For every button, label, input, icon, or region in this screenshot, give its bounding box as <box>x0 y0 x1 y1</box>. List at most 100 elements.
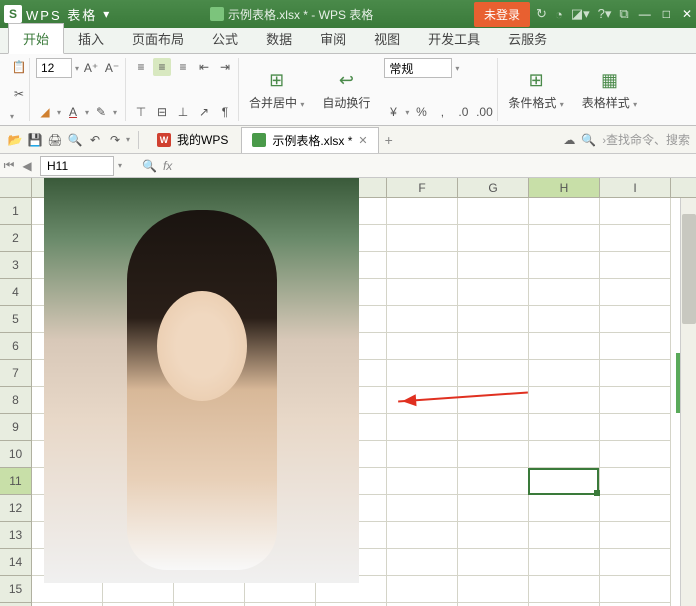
search-icon[interactable]: 🔍 <box>581 133 596 147</box>
cell[interactable] <box>458 414 529 441</box>
cell[interactable] <box>600 279 671 306</box>
align-right-icon[interactable]: ≡ <box>174 58 192 76</box>
qat-undo-icon[interactable]: ↶ <box>86 131 104 149</box>
help-icon[interactable]: ?▾ <box>598 6 612 22</box>
ribbon-tab-7[interactable]: 开发工具 <box>414 24 494 53</box>
cell[interactable] <box>458 360 529 387</box>
fx-label[interactable]: fx <box>163 159 172 173</box>
ribbon-tab-0[interactable]: 开始 <box>8 23 64 54</box>
column-header[interactable]: I <box>600 178 671 197</box>
cell[interactable] <box>458 576 529 603</box>
cell[interactable] <box>387 279 458 306</box>
cell[interactable] <box>600 441 671 468</box>
cell[interactable] <box>458 225 529 252</box>
percent-icon[interactable]: % <box>412 103 430 121</box>
login-button[interactable]: 未登录 <box>474 2 530 27</box>
comma-icon[interactable]: , <box>433 103 451 121</box>
qat-more[interactable]: ▾ <box>126 135 130 144</box>
cell[interactable] <box>600 198 671 225</box>
cell[interactable] <box>529 387 600 414</box>
cell[interactable] <box>600 252 671 279</box>
search-hint[interactable]: ›查找命令、搜索 <box>602 131 690 148</box>
cell[interactable] <box>600 306 671 333</box>
cell[interactable] <box>458 495 529 522</box>
cell[interactable] <box>387 198 458 225</box>
row-header[interactable]: 10 <box>0 441 32 468</box>
cell[interactable] <box>387 252 458 279</box>
table-style-button[interactable]: ▦ 表格样式 ▾ <box>574 58 645 121</box>
cell[interactable] <box>529 441 600 468</box>
cell[interactable] <box>387 441 458 468</box>
ribbon-tab-8[interactable]: 云服务 <box>494 24 561 53</box>
nav-first-icon[interactable]: ⏮ <box>0 158 18 173</box>
cell[interactable] <box>458 441 529 468</box>
cell[interactable] <box>387 576 458 603</box>
font-size-dropdown[interactable]: ▾ <box>75 64 79 73</box>
align-middle-icon[interactable]: ⊟ <box>153 103 171 121</box>
ribbon-tab-1[interactable]: 插入 <box>64 24 118 53</box>
cell[interactable] <box>529 198 600 225</box>
indent-decrease-icon[interactable]: ⇤ <box>195 58 213 76</box>
cell[interactable] <box>529 225 600 252</box>
cell[interactable] <box>387 468 458 495</box>
sync-icon[interactable]: ↻ <box>536 6 547 22</box>
row-header[interactable]: 9 <box>0 414 32 441</box>
cell[interactable] <box>458 468 529 495</box>
cell[interactable] <box>458 387 529 414</box>
highlight-icon[interactable]: ✎ <box>92 103 110 121</box>
cell[interactable] <box>529 306 600 333</box>
cell[interactable] <box>529 522 600 549</box>
font-size-input[interactable]: 12 <box>36 58 72 78</box>
row-header[interactable]: 7 <box>0 360 32 387</box>
increase-font-icon[interactable]: A⁺ <box>82 59 100 77</box>
embedded-image[interactable] <box>44 178 359 583</box>
paste-icon[interactable]: 📋 <box>10 58 28 76</box>
cell[interactable] <box>387 495 458 522</box>
column-header[interactable]: G <box>458 178 529 197</box>
currency-icon[interactable]: ¥ <box>384 103 402 121</box>
row-header[interactable]: 1 <box>0 198 32 225</box>
cloud-sync-icon[interactable]: ☁ <box>563 133 575 147</box>
cell[interactable] <box>529 360 600 387</box>
ribbon-tab-2[interactable]: 页面布局 <box>118 24 198 53</box>
cell[interactable] <box>529 549 600 576</box>
cell[interactable] <box>387 306 458 333</box>
row-header[interactable]: 2 <box>0 225 32 252</box>
qat-print-icon[interactable]: 🖨 <box>46 131 64 149</box>
text-direction-icon[interactable]: ¶ <box>216 103 234 121</box>
row-header[interactable]: 15 <box>0 576 32 603</box>
decimal-dec-icon[interactable]: .00 <box>475 103 493 121</box>
align-left-icon[interactable]: ≡ <box>132 58 150 76</box>
clipboard-dropdown[interactable]: ▾ <box>10 112 25 121</box>
row-header[interactable]: 5 <box>0 306 32 333</box>
new-tab-button[interactable]: + <box>385 132 393 148</box>
qat-redo-icon[interactable]: ↷ <box>106 131 124 149</box>
cell[interactable] <box>458 306 529 333</box>
cell[interactable] <box>458 522 529 549</box>
row-header[interactable]: 3 <box>0 252 32 279</box>
row-header[interactable]: 14 <box>0 549 32 576</box>
skin-icon[interactable]: ◪▾ <box>571 6 590 22</box>
align-top-icon[interactable]: ⊤ <box>132 103 150 121</box>
cell[interactable] <box>529 252 600 279</box>
cell[interactable] <box>458 198 529 225</box>
cell[interactable] <box>600 549 671 576</box>
cell[interactable] <box>600 495 671 522</box>
decrease-font-icon[interactable]: A⁻ <box>103 59 121 77</box>
fx-insert-icon[interactable]: 🔍 <box>142 159 157 173</box>
ribbon-tab-4[interactable]: 数据 <box>252 24 306 53</box>
maximize-button[interactable]: □ <box>663 7 670 21</box>
cut-icon[interactable]: ✂ <box>10 85 28 103</box>
cell[interactable] <box>458 549 529 576</box>
tab-close-icon[interactable]: ✕ <box>358 134 367 147</box>
column-header[interactable]: H <box>529 178 600 197</box>
vertical-scrollbar[interactable] <box>680 198 696 606</box>
cell[interactable] <box>600 468 671 495</box>
name-box-dropdown[interactable]: ▾ <box>118 161 122 170</box>
conditional-format-button[interactable]: ⊞ 条件格式 ▾ <box>500 58 571 121</box>
align-center-icon[interactable]: ≡ <box>153 58 171 76</box>
cell[interactable] <box>600 360 671 387</box>
column-header[interactable]: F <box>387 178 458 197</box>
cell[interactable] <box>458 279 529 306</box>
cell[interactable] <box>529 279 600 306</box>
